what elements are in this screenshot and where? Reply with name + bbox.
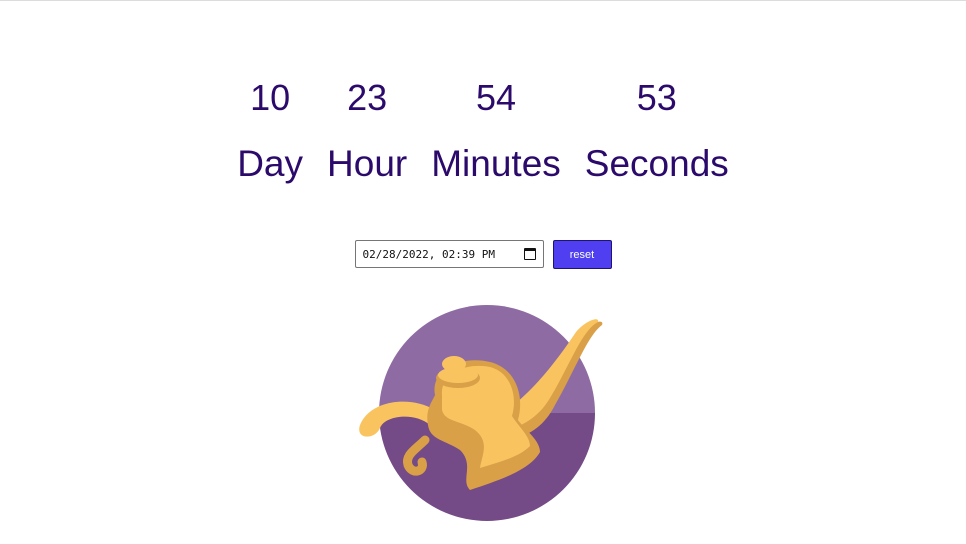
minutes-value: 54 bbox=[475, 77, 517, 118]
countdown-days: 10 Day bbox=[237, 76, 303, 186]
reset-button[interactable]: reset bbox=[552, 240, 612, 269]
minutes-label: Minutes bbox=[431, 143, 561, 184]
datetime-controls: 02/28/2022, 02:39 PM reset bbox=[0, 240, 966, 269]
top-divider bbox=[0, 0, 966, 1]
countdown-hours: 23 Hour bbox=[327, 76, 407, 186]
hours-value: 23 bbox=[347, 77, 388, 118]
countdown-timer: 10 Day 23 Hour 54 Minutes 53 Seconds bbox=[0, 76, 966, 186]
seconds-label: Seconds bbox=[584, 143, 729, 184]
days-value: 10 bbox=[250, 77, 291, 118]
countdown-seconds: 53 Seconds bbox=[585, 76, 729, 186]
hours-label: Hour bbox=[327, 143, 408, 184]
seconds-value: 53 bbox=[636, 77, 677, 118]
datetime-input[interactable]: 02/28/2022, 02:39 PM bbox=[354, 240, 544, 268]
days-label: Day bbox=[237, 143, 304, 184]
countdown-minutes: 54 Minutes bbox=[431, 76, 561, 186]
calendar-icon[interactable] bbox=[523, 248, 536, 260]
datetime-value: 02/28/2022, 02:39 PM bbox=[362, 247, 495, 261]
genie-lamp-icon bbox=[359, 305, 603, 521]
